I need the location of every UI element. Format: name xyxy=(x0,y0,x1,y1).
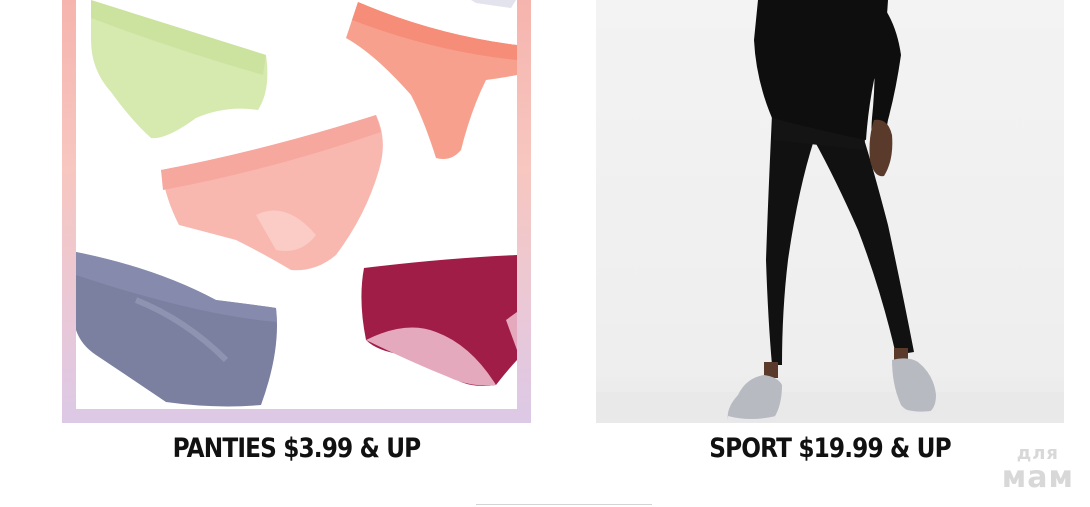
panties-image xyxy=(76,0,517,409)
model-photo-icon xyxy=(596,0,1064,423)
panties-image-frame[interactable] xyxy=(62,0,531,423)
section-divider xyxy=(476,504,652,505)
promo-card-sport[interactable]: SPORT $19.99 & UP xyxy=(596,0,1064,464)
sport-image[interactable] xyxy=(596,0,1064,423)
panties-illustration-icon xyxy=(76,0,517,407)
watermark-line2: мам xyxy=(1001,460,1074,495)
promo-card-panties[interactable]: PANTIES $3.99 & UP xyxy=(62,0,531,464)
sport-caption-link[interactable]: SPORT $19.99 & UP xyxy=(629,433,1031,464)
pink-panty-shape xyxy=(161,115,383,271)
green-panty-shape xyxy=(91,0,268,139)
berry-panty-shape xyxy=(361,255,517,386)
panties-caption-link[interactable]: PANTIES $3.99 & UP xyxy=(95,433,498,464)
slate-panty-shape xyxy=(76,252,277,407)
watermark-logo: для мам xyxy=(1002,445,1074,493)
